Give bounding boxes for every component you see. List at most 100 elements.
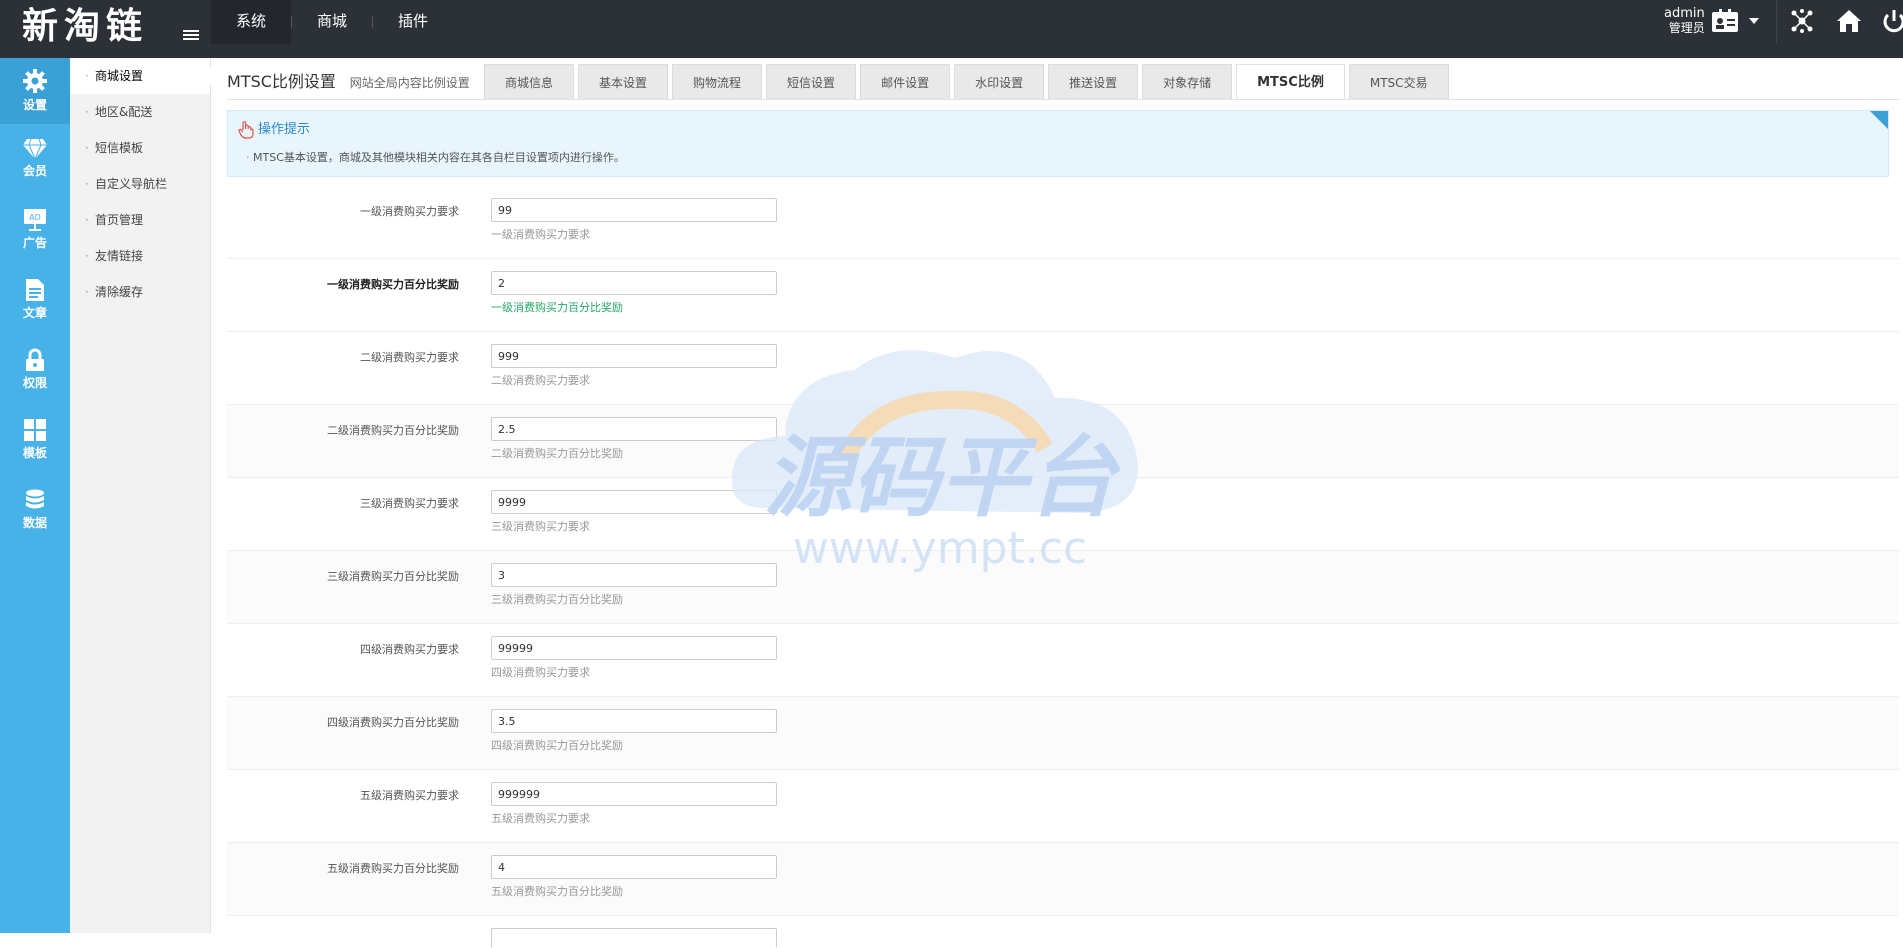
tips-body: MTSC基本设置，商城及其他模块相关内容在其各自栏目设置项内进行操作。 <box>246 149 625 165</box>
sidebar-item-ads[interactable]: AD 广告 <box>0 198 70 264</box>
level1-requirement-input[interactable] <box>491 198 777 222</box>
sidebar-item-label: 广告 <box>22 236 47 250</box>
menu-toggle-icon[interactable] <box>183 30 199 43</box>
field-hint: 三级消费购买力百分比奖励 <box>491 593 623 606</box>
field-label: 三级消费购买力百分比奖励 <box>327 570 459 583</box>
level4-requirement-input[interactable] <box>491 636 777 660</box>
submenu-item-friend-links[interactable]: 友情链接 <box>70 238 210 274</box>
next-field-input[interactable] <box>491 928 777 948</box>
tips-header[interactable]: 操作提示 <box>238 118 310 139</box>
lock-icon <box>26 348 44 371</box>
form-row-partial <box>227 916 1899 948</box>
user-info[interactable]: admin 管理员 <box>1664 6 1705 36</box>
submenu-item-clear-cache[interactable]: 清除缓存 <box>70 274 210 310</box>
form-row: 四级消费购买力要求 四级消费购买力要求 <box>227 624 1899 697</box>
form-row: 二级消费购买力要求 二级消费购买力要求 <box>227 332 1899 405</box>
tab-object-storage[interactable]: 对象存储 <box>1142 64 1233 99</box>
tab-watermark-settings[interactable]: 水印设置 <box>954 64 1045 99</box>
form-row: 三级消费购买力百分比奖励 三级消费购买力百分比奖励 <box>227 551 1899 624</box>
level1-reward-input[interactable] <box>491 271 777 295</box>
tab-mtsc-ratio[interactable]: MTSC比例 <box>1236 64 1345 99</box>
top-nav: 系统 商城 插件 <box>211 0 453 44</box>
sidebar-item-permissions[interactable]: 权限 <box>0 338 70 404</box>
level2-reward-input[interactable] <box>491 417 777 441</box>
level4-reward-input[interactable] <box>491 709 777 733</box>
topnav-mall[interactable]: 商城 <box>292 0 372 44</box>
user-role: 管理员 <box>1668 21 1705 35</box>
level5-reward-input[interactable] <box>491 855 777 879</box>
field-label: 二级消费购买力要求 <box>360 351 459 364</box>
main-content: MTSC比例设置 网站全局内容比例设置 商城信息 基本设置 购物流程 短信设置 … <box>211 58 1903 948</box>
tab-mail-settings[interactable]: 邮件设置 <box>860 64 951 99</box>
submenu-item-homepage[interactable]: 首页管理 <box>70 202 210 238</box>
sidebar-item-members[interactable]: 会员 <box>0 128 70 194</box>
power-icon[interactable] <box>1881 8 1903 34</box>
sidebar-item-label: 数据 <box>22 516 47 530</box>
form-row: 一级消费购买力百分比奖励 一级消费购买力百分比奖励 <box>227 259 1899 332</box>
sidebar-item-label: 会员 <box>22 164 47 178</box>
grid-icon <box>24 419 46 441</box>
field-hint: 三级消费购买力要求 <box>491 520 590 533</box>
sidebar-item-articles[interactable]: 文章 <box>0 268 70 334</box>
user-dropdown-caret-icon[interactable] <box>1749 18 1759 24</box>
topnav-plugins[interactable]: 插件 <box>373 0 453 44</box>
sidebar-item-settings[interactable]: 设置 <box>0 58 70 124</box>
tab-sms-settings[interactable]: 短信设置 <box>766 64 857 99</box>
tab-basic-settings[interactable]: 基本设置 <box>578 64 669 99</box>
page-title: MTSC比例设置 <box>227 72 336 91</box>
field-hint: 二级消费购买力要求 <box>491 374 590 387</box>
gear-icon <box>23 69 47 93</box>
svg-text:AD: AD <box>29 213 41 222</box>
field-label: 四级消费购买力百分比奖励 <box>327 716 459 729</box>
mtsc-ratio-form: 一级消费购买力要求 一级消费购买力要求 一级消费购买力百分比奖励 一级消费购买力… <box>227 186 1899 948</box>
tab-mtsc-trade[interactable]: MTSC交易 <box>1348 64 1449 99</box>
field-label: 一级消费购买力要求 <box>360 205 459 218</box>
network-icon[interactable] <box>1789 8 1815 34</box>
sub-menu: 商城设置 地区&配送 短信模板 自定义导航栏 首页管理 友情链接 清除缓存 <box>70 58 211 933</box>
user-name: admin <box>1664 6 1705 21</box>
field-hint: 五级消费购买力要求 <box>491 812 590 825</box>
field-label: 五级消费购买力要求 <box>360 789 459 802</box>
settings-tabs: 商城信息 基本设置 购物流程 短信设置 邮件设置 水印设置 推送设置 对象存储 … <box>484 64 1453 99</box>
level2-requirement-input[interactable] <box>491 344 777 368</box>
level3-reward-input[interactable] <box>491 563 777 587</box>
tab-mall-info[interactable]: 商城信息 <box>484 64 575 99</box>
icon-sidebar: 设置 会员 AD 广告 文章 权限 模板 数据 <box>0 58 70 933</box>
sidebar-item-data[interactable]: 数据 <box>0 478 70 544</box>
form-row: 五级消费购买力百分比奖励 五级消费购买力百分比奖励 <box>227 843 1899 916</box>
submenu-item-mall-settings[interactable]: 商城设置 <box>70 58 211 94</box>
database-icon <box>26 489 44 509</box>
field-hint: 二级消费购买力百分比奖励 <box>491 447 623 460</box>
gem-icon <box>23 138 47 160</box>
topnav-system[interactable]: 系统 <box>211 0 292 44</box>
tips-title: 操作提示 <box>258 122 311 137</box>
top-bar: 新淘链 系统 商城 插件 admin 管理员 <box>0 0 1903 58</box>
sidebar-item-label: 模板 <box>22 446 47 460</box>
operation-tips: 操作提示 MTSC基本设置，商城及其他模块相关内容在其各自栏目设置项内进行操作。 <box>227 110 1889 177</box>
tab-shopping-flow[interactable]: 购物流程 <box>672 64 763 99</box>
level3-requirement-input[interactable] <box>491 490 777 514</box>
field-hint: 一级消费购买力要求 <box>491 228 590 241</box>
tab-divider <box>227 99 1899 100</box>
field-hint: 四级消费购买力百分比奖励 <box>491 739 623 752</box>
tab-push-settings[interactable]: 推送设置 <box>1048 64 1139 99</box>
field-label: 三级消费购买力要求 <box>360 497 459 510</box>
submenu-item-custom-nav[interactable]: 自定义导航栏 <box>70 166 210 202</box>
submenu-item-region-delivery[interactable]: 地区&配送 <box>70 94 210 130</box>
sidebar-item-label: 权限 <box>22 376 47 390</box>
home-icon[interactable] <box>1836 8 1862 34</box>
level5-requirement-input[interactable] <box>491 782 777 806</box>
ad-icon: AD <box>24 209 46 231</box>
sidebar-item-templates[interactable]: 模板 <box>0 408 70 474</box>
field-hint: 五级消费购买力百分比奖励 <box>491 885 623 898</box>
submenu-item-sms-templates[interactable]: 短信模板 <box>70 130 210 166</box>
topbar-divider <box>1776 0 1777 44</box>
user-card-icon[interactable] <box>1711 8 1739 34</box>
app-logo[interactable]: 新淘链 <box>22 4 148 50</box>
form-row: 二级消费购买力百分比奖励 二级消费购买力百分比奖励 <box>227 405 1899 478</box>
field-hint: 四级消费购买力要求 <box>491 666 590 679</box>
sidebar-item-label: 设置 <box>22 98 47 112</box>
form-row: 一级消费购买力要求 一级消费购买力要求 <box>227 186 1899 259</box>
page-subtitle: 网站全局内容比例设置 <box>349 76 470 90</box>
tips-collapse-corner[interactable] <box>1870 111 1888 129</box>
